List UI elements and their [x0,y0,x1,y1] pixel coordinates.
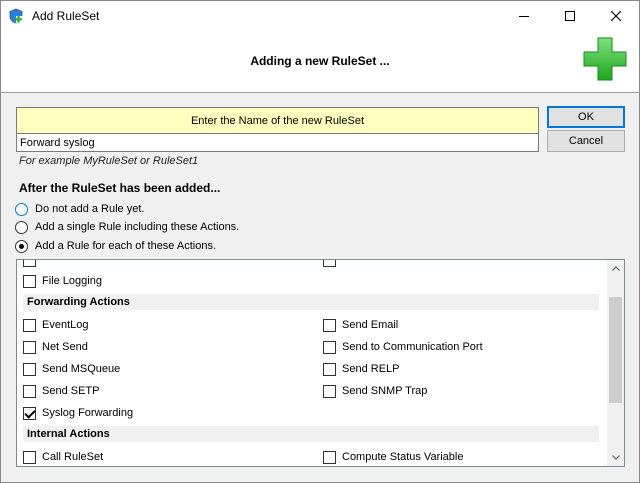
radio-single-rule[interactable]: Add a single Rule including these Action… [15,219,239,235]
checkbox-label: Send RELP [342,363,400,375]
list-item-file-logging[interactable]: File Logging [23,273,102,289]
list-item-send-email[interactable]: Send Email [323,317,398,333]
checkbox-label: File Logging [42,275,102,287]
checkbox[interactable] [323,318,336,332]
chevron-down-icon [611,455,620,460]
close-button[interactable] [593,1,639,31]
list-item-send-msqueue[interactable]: Send MSQueue [23,361,120,377]
list-item-partial[interactable] [23,260,42,268]
list-item-eventlog[interactable]: EventLog [23,317,88,333]
after-added-label: After the RuleSet has been added... [19,181,221,195]
radio-label: Add a single Rule including these Action… [35,221,240,233]
checkbox-label: Send to Communication Port [342,341,483,353]
checkbox-label: Send SETP [42,385,100,397]
app-shield-icon [9,8,23,24]
cancel-button[interactable]: Cancel [547,130,625,152]
ruleset-name-box: Enter the Name of the new RuleSet [16,107,539,152]
dialog-header: Adding a new RuleSet ... [1,31,639,93]
group-header-internal: Internal Actions [23,426,599,442]
ok-button[interactable]: OK [547,106,625,128]
close-icon [611,11,621,21]
minimize-button[interactable] [501,1,547,31]
list-item-call-ruleset[interactable]: Call RuleSet [23,449,103,465]
list-item-send-relp[interactable]: Send RELP [323,361,399,377]
actions-list-content: File Logging Forwarding Actions EventLog… [17,260,609,466]
checkbox-label: Call RuleSet [42,451,104,463]
radio-button-selected[interactable] [15,239,28,253]
window-title: Add RuleSet [32,9,100,23]
radio-no-rule[interactable]: Do not add a Rule yet. [15,201,144,217]
checkbox-label: Send MSQueue [42,363,121,375]
add-plus-icon [583,37,627,81]
header-title: Adding a new RuleSet ... [250,54,390,68]
radio-label: Add a Rule for each of these Actions. [35,240,217,252]
scroll-thumb[interactable] [609,297,622,403]
checkbox[interactable] [23,340,36,354]
checkbox[interactable] [323,260,336,267]
ruleset-name-input[interactable] [17,134,538,151]
radio-label: Do not add a Rule yet. [35,203,145,215]
checkbox[interactable] [23,450,36,464]
scroll-up-button[interactable] [607,260,624,277]
ruleset-name-label: Enter the Name of the new RuleSet [17,108,538,134]
title-bar[interactable]: Add RuleSet [1,1,639,31]
name-example-hint: For example MyRuleSet or RuleSet1 [19,155,199,167]
radio-button[interactable] [15,220,28,234]
minimize-icon [519,16,529,17]
maximize-button[interactable] [547,1,593,31]
checkbox-label: Syslog Forwarding [42,407,134,419]
maximize-icon [565,11,575,21]
list-item-send-snmp-trap[interactable]: Send SNMP Trap [323,383,427,399]
list-item-send-setp[interactable]: Send SETP [23,383,99,399]
checkbox[interactable] [23,384,36,398]
list-item-compute-status-variable[interactable]: Compute Status Variable [323,449,463,465]
list-item-syslog-forwarding[interactable]: Syslog Forwarding [23,405,133,421]
list-item-net-send[interactable]: Net Send [23,339,88,355]
checkbox-label: Net Send [42,341,88,353]
checkbox-checked[interactable] [23,406,36,420]
radio-rule-per-action[interactable]: Add a Rule for each of these Actions. [15,238,216,254]
checkbox[interactable] [323,362,336,376]
checkbox[interactable] [23,274,36,288]
radio-button[interactable] [15,202,28,216]
list-item-send-comm-port[interactable]: Send to Communication Port [323,339,483,355]
checkbox-label: Send Email [342,319,399,331]
list-item-partial[interactable] [323,260,342,268]
checkbox[interactable] [323,340,336,354]
vertical-scrollbar[interactable] [607,260,624,466]
chevron-up-icon [611,266,620,271]
checkbox[interactable] [23,362,36,376]
checkbox-label: Compute Status Variable [342,451,464,463]
checkbox-label: EventLog [42,319,89,331]
checkbox[interactable] [323,384,336,398]
actions-list[interactable]: File Logging Forwarding Actions EventLog… [16,259,625,467]
checkbox[interactable] [23,260,36,267]
checkbox-label: Send SNMP Trap [342,385,428,397]
checkbox[interactable] [323,450,336,464]
add-ruleset-window: Add RuleSet Adding a new RuleSet ... Ent… [0,0,640,483]
group-header-forwarding: Forwarding Actions [23,294,599,310]
checkbox[interactable] [23,318,36,332]
scroll-down-button[interactable] [607,449,624,466]
